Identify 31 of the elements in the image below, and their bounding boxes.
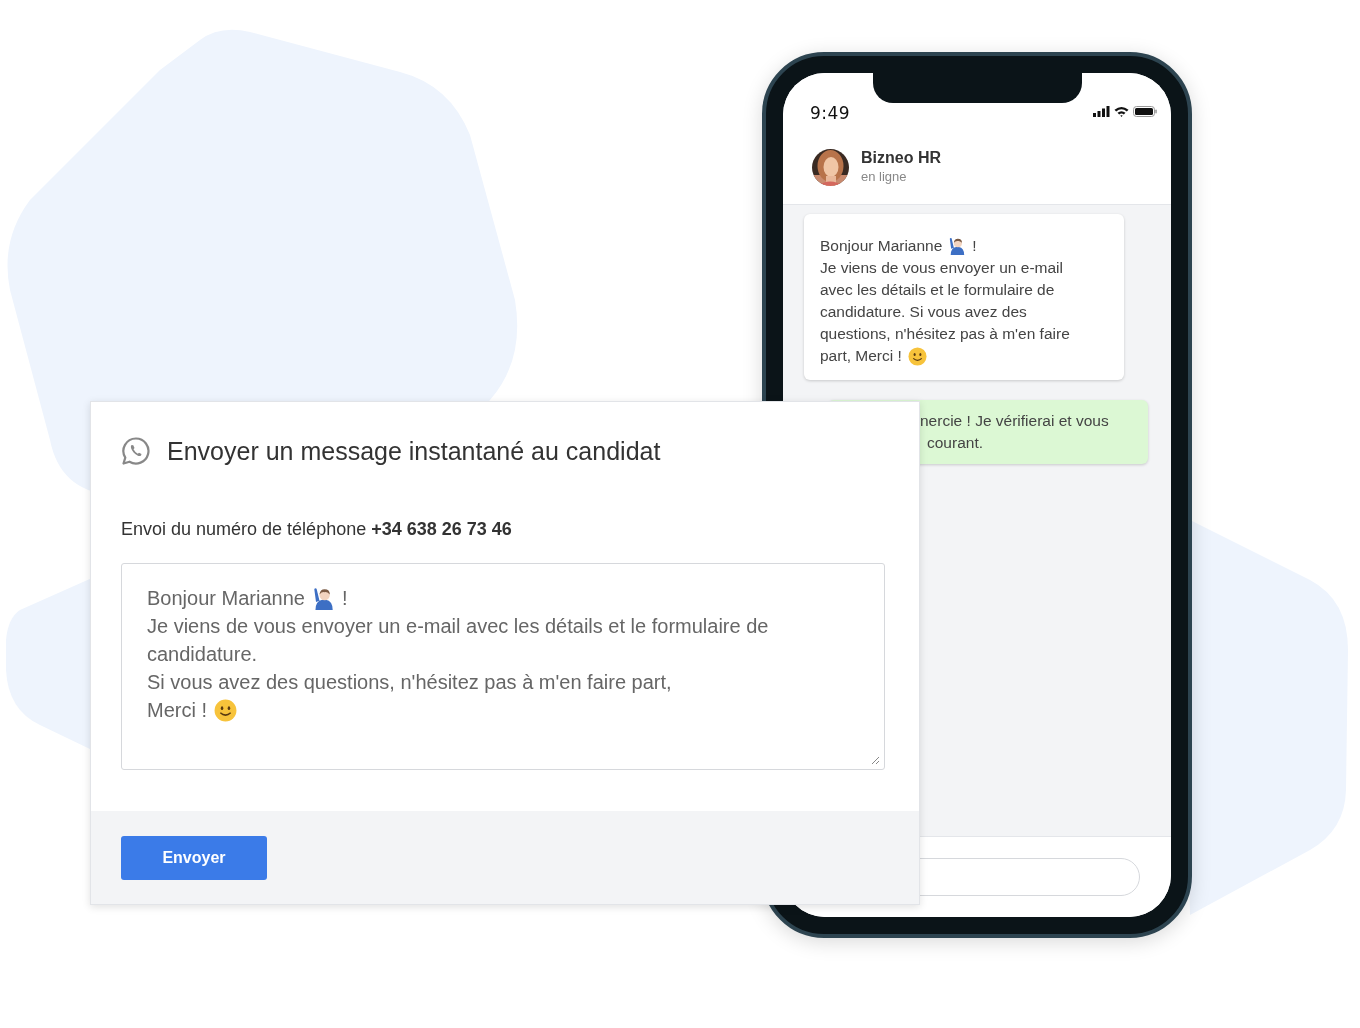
chat-bubble-phone-icon <box>121 436 151 466</box>
signal-icon <box>1093 106 1110 117</box>
contact-name: Bizneo HR <box>861 149 941 167</box>
message-text: candidature. <box>147 642 258 667</box>
message-text: questions, n'hésitez pas à m'en faire <box>820 324 1070 344</box>
person-raising-hand-icon <box>311 586 335 610</box>
battery-icon <box>1133 106 1157 117</box>
smiley-icon <box>214 698 237 722</box>
smiley-icon <box>907 346 927 366</box>
message-text: Je viens de vous envoyer un e-mail avec les détails et le formulaire de <box>147 614 769 639</box>
message-text: Si vous avez des questions, n'hésitez pas à m'en faire part, <box>147 670 672 695</box>
contact-status: en ligne <box>861 169 908 184</box>
message-text: Bonjour Marianne <box>820 236 943 256</box>
dialog-title: Envoyer un message instantané au candidat <box>167 436 661 466</box>
message-text: part, Merci ! <box>820 346 902 366</box>
message-text: candidature. Si vous avez des <box>820 302 1027 322</box>
message-text: courant. <box>927 433 983 453</box>
message-text: Merci ! <box>147 698 207 723</box>
message-text: ! <box>972 236 977 256</box>
message-text: Bonjour Marianne <box>147 586 305 611</box>
wifi-icon <box>1114 106 1129 117</box>
status-time: 9:49 <box>810 103 851 123</box>
message-text: Je viens de vous envoyer un e-mail <box>820 258 1063 278</box>
message-text: avec les détails et le formulaire de <box>820 280 1055 300</box>
resize-handle-icon[interactable] <box>871 756 880 765</box>
message-field[interactable]: Bonjour Marianne ! Je viens de vous envoyer un e-mail avec les détails et le formulaire de candidature. Si vous avez des questions, n'hésitez pas à m'en faire part, Merci ! <box>121 563 885 770</box>
person-raising-hand-icon <box>948 237 967 255</box>
send-button[interactable]: Envoyer <box>121 835 267 880</box>
message-text: ! <box>341 586 348 611</box>
phone-number-text: Envoi du numéro de téléphone +34 638 26 73 46 <box>121 519 513 540</box>
message-text: nercie ! Je vérifierai et vous <box>920 411 1109 431</box>
